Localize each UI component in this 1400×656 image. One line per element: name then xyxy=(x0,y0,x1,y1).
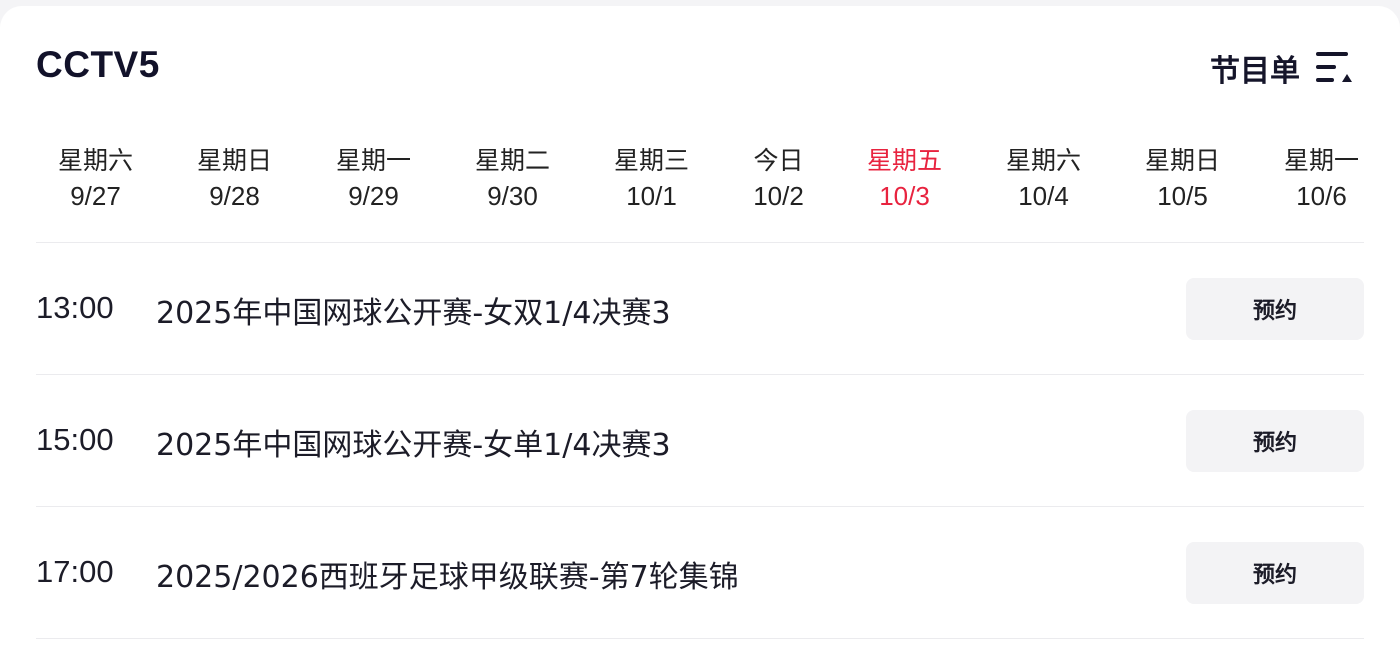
day-date: 9/27 xyxy=(70,181,121,211)
channel-title: CCTV5 xyxy=(36,44,160,85)
day-name: 星期三 xyxy=(613,146,689,175)
day-name: 星期一 xyxy=(335,146,411,175)
day-name: 星期日 xyxy=(1144,146,1220,175)
date-selector: 星期六 9/27 星期日 9/28 星期一 9/29 星期二 9/30 星期三 … xyxy=(26,143,1400,218)
day-date: 9/30 xyxy=(487,181,538,211)
day-tab[interactable]: 星期三 10/1 xyxy=(582,143,721,213)
divider xyxy=(36,638,1364,639)
program-guide-label: 节目单 xyxy=(1210,54,1300,89)
program-time: 17:00 xyxy=(36,554,114,589)
day-tab-today[interactable]: 今日 10/2 xyxy=(709,143,848,213)
day-date: 10/2 xyxy=(753,181,804,211)
day-date: 10/4 xyxy=(1018,181,1069,211)
divider xyxy=(36,242,1364,243)
program-title: 2025年中国网球公开赛-女单1/4决赛3 xyxy=(156,428,671,463)
day-name: 星期六 xyxy=(1005,146,1081,175)
day-date: 10/6 xyxy=(1296,181,1347,211)
reserve-button[interactable]: 预约 xyxy=(1186,278,1364,340)
reserve-button[interactable]: 预约 xyxy=(1186,410,1364,472)
day-date: 10/1 xyxy=(626,181,677,211)
day-tab[interactable]: 星期日 9/28 xyxy=(165,143,304,213)
day-name: 星期五 xyxy=(866,146,942,175)
reserve-button[interactable]: 预约 xyxy=(1186,542,1364,604)
day-name: 今日 xyxy=(753,146,804,175)
day-tab[interactable]: 星期六 9/27 xyxy=(26,143,165,213)
program-row: 13:00 2025年中国网球公开赛-女双1/4决赛3 预约 xyxy=(36,278,1364,340)
day-tab[interactable]: 星期六 10/4 xyxy=(974,143,1113,213)
day-name: 星期二 xyxy=(474,146,550,175)
program-time: 15:00 xyxy=(36,422,114,457)
day-date: 9/29 xyxy=(348,181,399,211)
day-tab[interactable]: 星期二 9/30 xyxy=(443,143,582,213)
day-date: 9/28 xyxy=(209,181,260,211)
list-sort-icon xyxy=(1316,52,1352,82)
day-name: 星期一 xyxy=(1283,146,1359,175)
program-title: 2025/2026西班牙足球甲级联赛-第7轮集锦 xyxy=(156,560,739,595)
program-time: 13:00 xyxy=(36,290,114,325)
program-row: 15:00 2025年中国网球公开赛-女单1/4决赛3 预约 xyxy=(36,410,1364,472)
schedule-card: CCTV5 节目单 星期六 9/27 星期日 9/28 星期一 9/29 星期二… xyxy=(0,6,1400,656)
program-guide-button[interactable]: 节目单 xyxy=(1210,46,1354,90)
day-tab[interactable]: 星期一 9/29 xyxy=(304,143,443,213)
day-name: 星期六 xyxy=(57,146,133,175)
day-date: 10/3 xyxy=(879,181,930,211)
header: CCTV5 节目单 xyxy=(36,42,1364,92)
program-row: 17:00 2025/2026西班牙足球甲级联赛-第7轮集锦 预约 xyxy=(36,542,1364,604)
day-tab[interactable]: 星期日 10/5 xyxy=(1113,143,1252,213)
divider xyxy=(36,374,1364,375)
day-tab-selected[interactable]: 星期五 10/3 xyxy=(835,143,974,213)
day-tab[interactable]: 星期一 10/6 xyxy=(1252,143,1391,213)
divider xyxy=(36,506,1364,507)
day-name: 星期日 xyxy=(196,146,272,175)
day-date: 10/5 xyxy=(1157,181,1208,211)
program-title: 2025年中国网球公开赛-女双1/4决赛3 xyxy=(156,296,671,331)
